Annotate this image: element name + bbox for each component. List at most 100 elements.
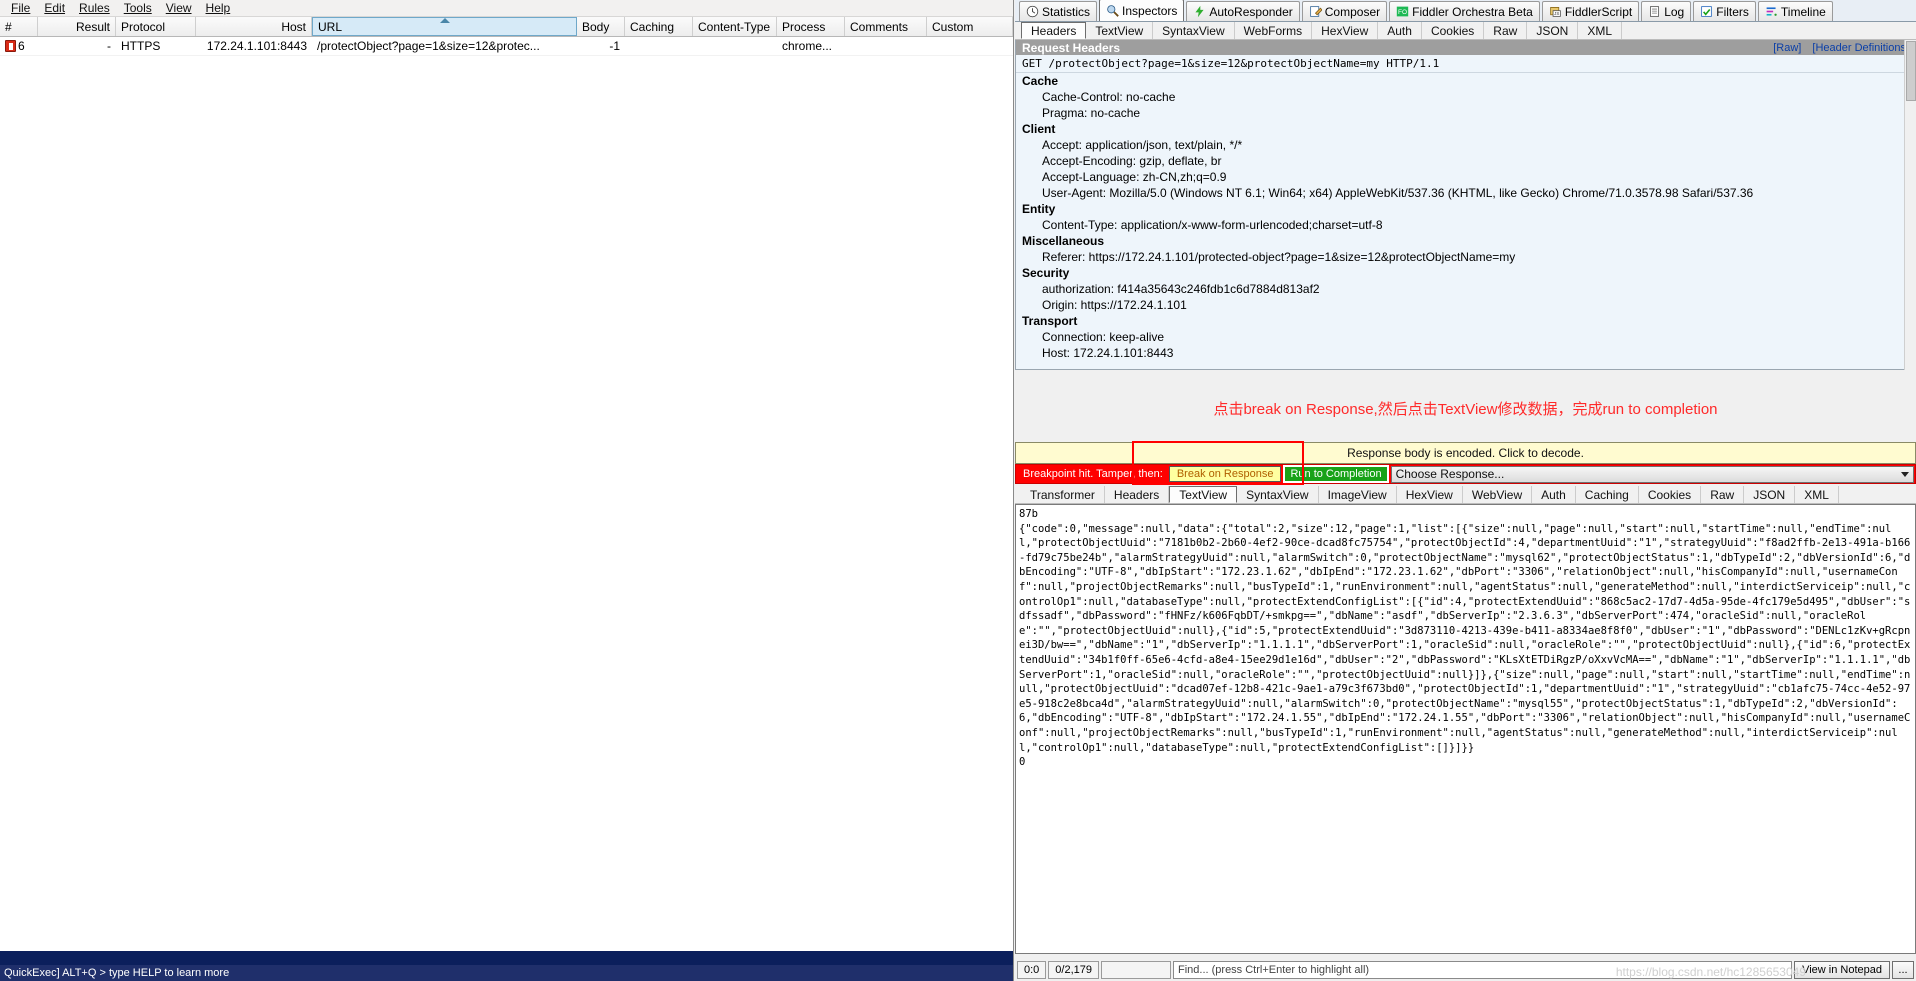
main-tab-strip: Statistics Inspectors AutoResponder Comp…: [1015, 0, 1916, 22]
menu-item-help[interactable]: Help: [199, 0, 238, 16]
request-tab-raw[interactable]: Raw: [1484, 22, 1528, 39]
sessions-column-headers: # Result Protocol Host URL Body Caching …: [0, 17, 1013, 37]
menu-item-edit[interactable]: Edit: [37, 0, 72, 16]
tab-timeline[interactable]: Timeline: [1757, 1, 1833, 21]
subtab-label: Raw: [1493, 23, 1518, 38]
request-tab-hexview[interactable]: HexView: [1312, 22, 1379, 39]
column-header-num[interactable]: #: [0, 17, 38, 36]
subtab-label: Raw: [1710, 487, 1735, 502]
response-tab-headers[interactable]: Headers: [1105, 486, 1170, 503]
response-tab-xml[interactable]: XML: [1795, 486, 1839, 503]
menu-item-edit-label: Edit: [44, 1, 66, 15]
table-row[interactable]: 6 - HTTPS 172.24.1.101:8443 /protectObje…: [0, 37, 1013, 56]
request-tab-auth[interactable]: Auth: [1378, 22, 1422, 39]
header-definitions-link[interactable]: [Header Definitions]: [1812, 42, 1909, 54]
choose-response-dropdown[interactable]: Choose Response...: [1390, 465, 1914, 483]
subtab-label: TextView: [1179, 487, 1228, 502]
subtab-label: SyntaxView: [1162, 23, 1225, 38]
response-body-textview[interactable]: 87b {"code":0,"message":null,"data":{"to…: [1015, 504, 1916, 954]
tab-log[interactable]: Log: [1641, 1, 1692, 21]
header-item: authorization: f414a35643c246fdb1c6d7884…: [1042, 282, 1320, 296]
status-bar: QuickExec] ALT+Q > type HELP to learn mo…: [0, 965, 1013, 981]
response-tab-auth[interactable]: Auth: [1532, 486, 1576, 503]
sessions-empty-area[interactable]: [0, 56, 1013, 951]
encoded-body-notice[interactable]: Response body is encoded. Click to decod…: [1015, 442, 1916, 464]
tab-fiddler-orchestra[interactable]: FO Fiddler Orchestra Beta: [1389, 1, 1540, 21]
tab-statistics[interactable]: Statistics: [1019, 1, 1098, 21]
tab-label: Fiddler Orchestra Beta: [1412, 4, 1533, 19]
breakpoint-bar: Breakpoint hit. Tamper, then: Break on R…: [1015, 464, 1916, 484]
tab-fiddlerscript[interactable]: JS FiddlerScript: [1541, 1, 1640, 21]
tab-label: Filters: [1716, 4, 1749, 19]
request-panel-scrollbar[interactable]: [1904, 40, 1916, 370]
caret-position: 0:0: [1017, 961, 1047, 979]
tab-inspectors[interactable]: Inspectors: [1099, 0, 1185, 21]
column-header-host[interactable]: Host: [196, 17, 312, 36]
header-item: Accept-Language: zh-CN,zh;q=0.9: [1042, 170, 1227, 184]
scrollbar-thumb[interactable]: [1906, 41, 1916, 101]
column-label: Result: [75, 19, 110, 34]
menu-item-tools-label: Tools: [123, 1, 152, 15]
run-to-completion-button[interactable]: Run to Completion: [1283, 465, 1389, 483]
tab-autoresponder[interactable]: AutoResponder: [1186, 1, 1300, 21]
request-tab-xml[interactable]: XML: [1578, 22, 1623, 39]
sessions-list[interactable]: 6 - HTTPS 172.24.1.101:8443 /protectObje…: [0, 37, 1013, 56]
menu-item-rules-label: Rules: [79, 1, 110, 15]
subtab-label: Caching: [1584, 487, 1629, 502]
subtab-label: JSON: [1536, 23, 1569, 38]
subtab-label: HexView: [1405, 487, 1453, 502]
response-tab-textview[interactable]: TextView: [1169, 486, 1238, 503]
session-caching: [625, 37, 693, 55]
request-tab-json[interactable]: JSON: [1527, 22, 1579, 39]
menu-item-file[interactable]: File: [4, 0, 37, 16]
response-tab-json[interactable]: JSON: [1744, 486, 1796, 503]
header-group-miscellaneous: Miscellaneous: [1022, 234, 1105, 248]
log-icon: [1650, 6, 1660, 17]
column-header-comments[interactable]: Comments: [845, 17, 927, 36]
tab-filters[interactable]: Filters: [1693, 1, 1756, 21]
column-header-custom[interactable]: Custom: [927, 17, 1013, 36]
subtab-label: SyntaxView: [1246, 487, 1309, 502]
view-in-notepad-button[interactable]: View in Notepad: [1794, 961, 1890, 979]
response-tab-cookies[interactable]: Cookies: [1639, 486, 1702, 503]
menu-item-rules[interactable]: Rules: [72, 0, 117, 16]
subtab-label: Auth: [1541, 487, 1566, 502]
request-tab-headers[interactable]: Headers: [1021, 22, 1087, 39]
response-tab-caching[interactable]: Caching: [1576, 486, 1639, 503]
selection-count: 0/2,179: [1048, 961, 1099, 979]
column-header-body[interactable]: Body: [577, 17, 625, 36]
column-header-caching[interactable]: Caching: [625, 17, 693, 36]
request-line: GET /protectObject?page=1&size=12&protec…: [1016, 55, 1915, 73]
break-on-response-button[interactable]: Break on Response: [1168, 466, 1282, 482]
request-tab-syntaxview[interactable]: SyntaxView: [1153, 22, 1235, 39]
menu-item-view[interactable]: View: [159, 0, 199, 16]
page-title: Request Headers: [1022, 40, 1121, 55]
response-tab-transformer[interactable]: Transformer: [1021, 486, 1105, 503]
request-tab-webforms[interactable]: WebForms: [1235, 22, 1313, 39]
column-header-url[interactable]: URL: [312, 17, 577, 36]
response-tab-syntaxview[interactable]: SyntaxView: [1237, 486, 1319, 503]
column-label: Content-Type: [698, 19, 771, 34]
subtab-label: Cookies: [1430, 23, 1475, 38]
request-headers-panel[interactable]: Request Headers [Raw] [Header Definition…: [1015, 40, 1916, 370]
more-options-label: ...: [1898, 964, 1908, 976]
request-tab-cookies[interactable]: Cookies: [1422, 22, 1485, 39]
quickexec-bar[interactable]: [0, 951, 1013, 965]
more-options-button[interactable]: ...: [1892, 961, 1914, 979]
response-tab-hexview[interactable]: HexView: [1397, 486, 1463, 503]
subtab-label: XML: [1804, 487, 1829, 502]
response-tab-raw[interactable]: Raw: [1701, 486, 1745, 503]
response-tab-imageview[interactable]: ImageView: [1319, 486, 1397, 503]
menu-item-tools[interactable]: Tools: [117, 0, 159, 16]
response-tab-webview[interactable]: WebView: [1463, 486, 1533, 503]
column-header-protocol[interactable]: Protocol: [116, 17, 196, 36]
column-header-result[interactable]: Result: [38, 17, 116, 36]
tab-composer[interactable]: Composer: [1301, 1, 1388, 21]
subtab-label: HexView: [1321, 23, 1369, 38]
column-label: Host: [281, 19, 306, 34]
request-tab-textview[interactable]: TextView: [1086, 22, 1154, 39]
fo-icon: FO: [1396, 6, 1409, 17]
column-header-process[interactable]: Process: [777, 17, 845, 36]
column-header-content-type[interactable]: Content-Type: [693, 17, 777, 36]
raw-link[interactable]: [Raw]: [1773, 42, 1801, 54]
